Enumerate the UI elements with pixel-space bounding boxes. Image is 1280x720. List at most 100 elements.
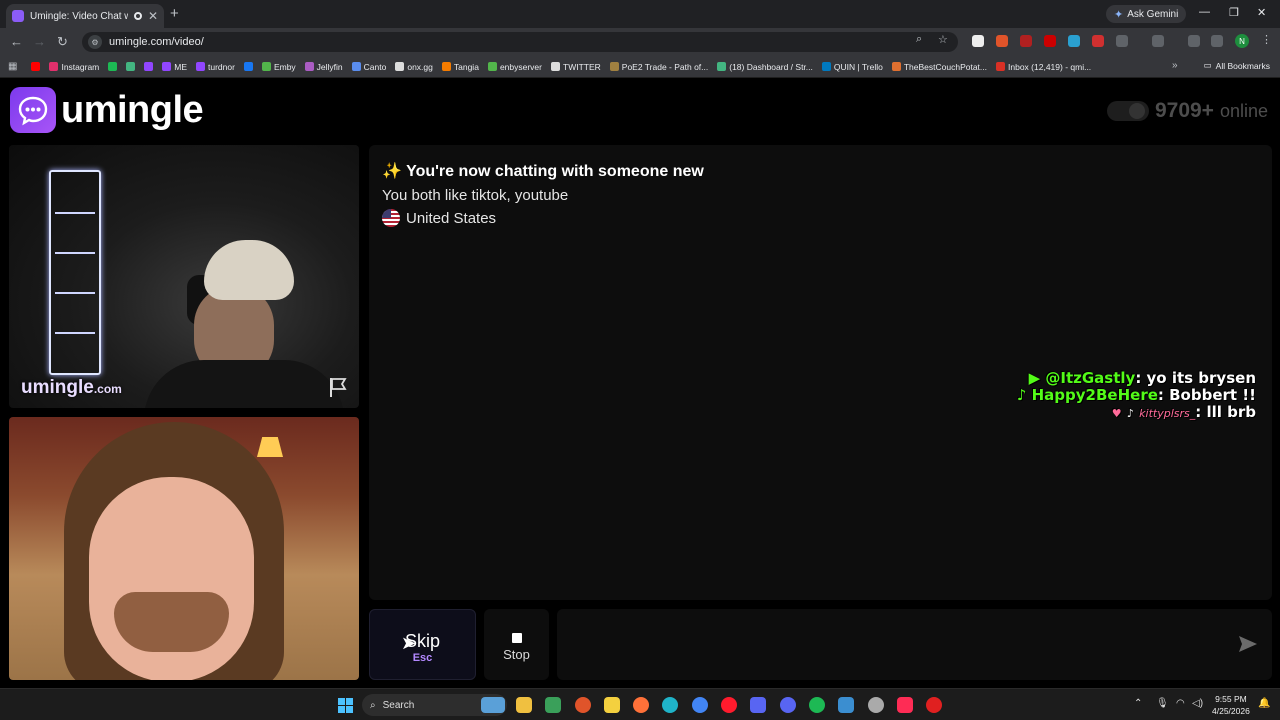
sticky-notes-icon[interactable] <box>604 697 620 713</box>
chrome-icon[interactable] <box>692 697 708 713</box>
edge-icon[interactable] <box>662 697 678 713</box>
reload-icon[interactable]: ↻ <box>57 34 68 50</box>
bookmark-item[interactable]: Instagram <box>49 62 99 72</box>
address-bar[interactable]: ⚙ umingle.com/video/ <box>82 32 958 52</box>
online-toggle[interactable] <box>1106 101 1149 121</box>
opera-icon[interactable] <box>721 697 737 713</box>
discord-icon[interactable] <box>780 697 796 713</box>
bookmark-item[interactable]: ME <box>162 62 187 72</box>
minimize-icon[interactable]: — <box>1199 6 1210 18</box>
bookmark-item[interactable] <box>31 62 41 72</box>
stop-button[interactable]: Stop <box>484 609 549 680</box>
taskbar-app-icon[interactable] <box>575 697 591 713</box>
extension-k-icon[interactable] <box>972 35 984 47</box>
bookmarks-overflow-icon[interactable]: » <box>1172 60 1178 71</box>
bookmark-item[interactable]: TWITTER <box>551 62 601 72</box>
extension-red-icon[interactable] <box>1092 35 1104 47</box>
apps-grid-icon[interactable]: ▦ <box>8 61 17 72</box>
bookmark-item[interactable]: PoE2 Trade - Path of... <box>609 62 708 72</box>
gemini-sparkle-icon: ✦ <box>1114 8 1124 21</box>
extension-translate-icon[interactable] <box>1068 35 1080 47</box>
bookmark-favicon-icon <box>31 62 41 71</box>
bookmark-favicon-icon <box>717 62 727 71</box>
bookmark-item[interactable]: Emby <box>261 61 296 72</box>
close-window-icon[interactable]: ✕ <box>1257 6 1266 19</box>
bookmark-label: enbyserver <box>499 61 542 72</box>
cast-icon[interactable] <box>1152 35 1164 47</box>
ask-gemini-button[interactable]: ✦ Ask Gemini <box>1106 5 1187 23</box>
bookmark-item[interactable]: enbyserver <box>487 61 542 72</box>
bookmark-item[interactable]: Jellyfin <box>304 62 343 72</box>
bookmark-label: TWITTER <box>563 61 601 72</box>
windows-start-icon[interactable] <box>338 698 353 713</box>
bookmark-item[interactable]: TheBestCouchPotat... <box>891 62 987 72</box>
spotify-icon[interactable] <box>809 697 825 713</box>
download-icon[interactable] <box>1188 35 1200 47</box>
bookmark-item[interactable] <box>108 62 118 72</box>
taskbar-app-icon[interactable] <box>545 697 561 713</box>
bookmark-item[interactable]: turdnor <box>196 62 235 72</box>
obs-icon[interactable] <box>868 697 884 713</box>
profile-avatar[interactable]: N <box>1235 34 1249 48</box>
bookmark-item[interactable]: (18) Dashboard / Str... <box>717 62 813 72</box>
bookmark-item[interactable]: Tangia <box>441 62 479 72</box>
us-flag-icon <box>382 209 400 227</box>
media-controls-icon[interactable] <box>1211 35 1223 47</box>
notification-bell-icon[interactable]: 🔔 <box>1258 698 1270 709</box>
bookmark-item[interactable]: Inbox (12,419) - qmi... <box>996 62 1091 72</box>
bookmark-star-icon[interactable]: ☆ <box>938 33 948 46</box>
bookmark-item[interactable] <box>243 62 253 72</box>
new-tab-button[interactable]: + <box>170 5 179 22</box>
extension-youtube-icon[interactable] <box>1044 35 1056 47</box>
volume-icon[interactable]: ◁) <box>1192 698 1203 709</box>
restore-icon[interactable]: ❐ <box>1229 6 1239 19</box>
bookmark-item[interactable] <box>144 62 154 72</box>
bookmark-item[interactable]: QUIN | Trello <box>821 62 883 72</box>
tiktok-icon: ♪ <box>1016 386 1027 404</box>
mouse-cursor-icon: ➤ <box>401 633 417 653</box>
file-explorer-icon[interactable] <box>516 697 532 713</box>
back-arrow-icon[interactable]: ← <box>10 34 23 49</box>
wifi-icon[interactable]: ◠ <box>1176 698 1185 709</box>
forward-arrow-icon[interactable]: → <box>33 34 46 49</box>
tiktok-live-icon[interactable] <box>897 697 913 713</box>
microphone-icon[interactable]: 🎙 <box>1156 698 1169 709</box>
browser-tab-strip: Umingle: Video Chat with S ✕ + ✦ Ask Gem… <box>0 0 1280 28</box>
menu-kebab-icon[interactable]: ⋮ <box>1261 33 1272 46</box>
send-icon[interactable] <box>1238 635 1258 658</box>
taskbar-app-icon[interactable] <box>926 697 942 713</box>
stop-label: Stop <box>503 647 530 662</box>
all-bookmarks-label: All Bookmarks <box>1215 60 1270 71</box>
umingle-logo[interactable]: umingle <box>10 87 204 133</box>
skip-label: Skip <box>404 631 440 651</box>
extension-record-icon[interactable] <box>1020 35 1032 47</box>
close-tab-icon[interactable]: ✕ <box>148 9 158 23</box>
overlay-message: : yo its brysen <box>1135 369 1256 387</box>
bookmark-item[interactable] <box>126 62 136 72</box>
overlay-message: : lll brb <box>1195 403 1256 421</box>
tab-umingle[interactable]: Umingle: Video Chat with S ✕ <box>6 4 164 28</box>
bookmark-item[interactable]: Canto <box>351 61 387 72</box>
taskbar-widget-icon[interactable] <box>481 697 505 713</box>
extensions-puzzle-icon[interactable] <box>1116 35 1128 47</box>
self-video <box>9 417 359 680</box>
stream-chat-overlay: ▶ @ItzGastly: yo its brysen ♪ Happy2BeHe… <box>1017 370 1256 422</box>
tray-overflow-icon[interactable]: ⌃ <box>1134 698 1142 709</box>
firefox-icon[interactable] <box>633 697 649 713</box>
extension-fox-icon[interactable] <box>996 35 1008 47</box>
skip-button[interactable]: Skip Esc <box>369 609 476 680</box>
all-bookmarks-button[interactable]: ▭ All Bookmarks <box>1204 60 1270 71</box>
report-flag-icon[interactable] <box>327 376 349 403</box>
taskbar-app-icon[interactable] <box>750 697 766 713</box>
overlay-line: ♪ Happy2BeHere: Bobbert !! <box>1017 387 1256 404</box>
notepad-icon[interactable] <box>838 697 854 713</box>
bookmark-item[interactable]: onx.gg <box>395 62 433 72</box>
site-info-icon[interactable]: ⚙ <box>88 35 102 49</box>
bookmark-label: Emby <box>273 61 296 72</box>
taskbar-clock[interactable]: 9:55 PM 4/25/2026 <box>1212 693 1250 717</box>
watermark-main: umingle <box>21 377 94 398</box>
bookmark-label: Canto <box>363 61 387 72</box>
bookmark-favicon-icon <box>441 62 451 71</box>
zoom-icon[interactable]: ⌕ <box>916 33 922 46</box>
message-input[interactable] <box>557 609 1272 680</box>
